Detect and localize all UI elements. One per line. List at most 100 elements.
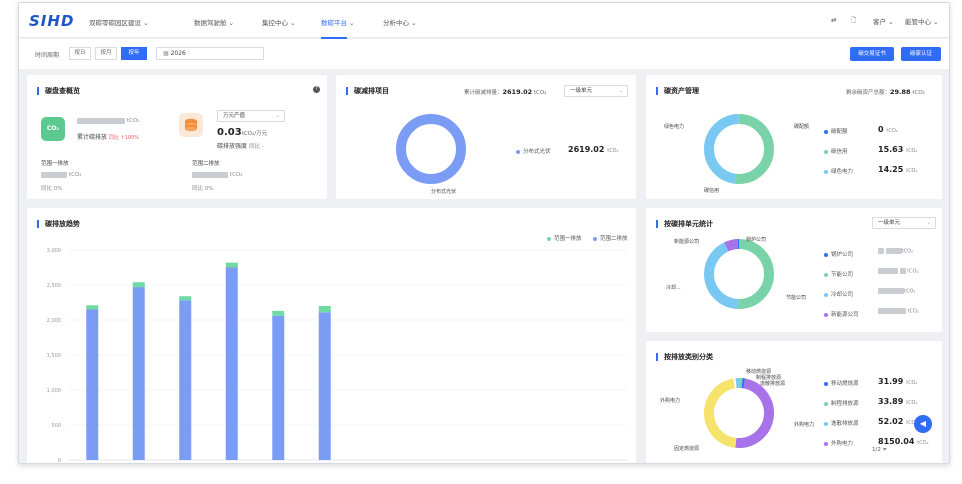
unit-donut [704,239,774,309]
reduction-unit-select[interactable]: 一级单元 ⌄ [564,85,628,97]
trend-chart: 3,0002,5002,0001,5001,00050002026-01 2026… [47,248,627,464]
asset-value-quota: 0 tCO₂ [878,125,898,134]
bar-scope2-2026-05 [272,315,285,460]
reduction-total-value: 2619.02 [502,88,533,96]
bar-scope1-2026-03 [179,296,192,301]
asset-label-green-power: 绿色电力 [664,124,685,130]
unit-label-boiler: 锅炉公司 [746,237,767,243]
nav-item-analysis[interactable]: 分析中心 ⌄ [383,17,417,27]
emission-trend-card: 碳排放趋势 范围一排放 范围二排放 3,000 2,500 2,000 1,500 1,… [27,208,636,464]
document-icon[interactable]: 🗋 [851,16,856,27]
asset-legend-credit: 碳信用 [824,147,848,155]
category-value-mobile: 31.99 tCO₂ [878,377,918,386]
scope2-value: tCO₂ [192,171,242,178]
overview-title: 碳盘查概览 [37,87,80,95]
nav-item-carbon-platform[interactable]: 数碳平台 ⌄ [321,17,355,39]
total-yoy: 同比 ↑100% [108,135,140,141]
reduction-legend-value: 2619.02 tCO₂ [568,145,619,154]
calendar-icon: ▦ [163,50,171,57]
scope2-yoy: 同比 0% [192,186,214,192]
reduction-legend-item: 分布式光伏 [516,147,551,155]
carbon-certification-button[interactable]: 碳家认证 [901,47,941,61]
unit-stat-card: 按碳排单元统计 一级单元 ⌄ 锅炉公司 新能源公司 冷却... 节能公司 锅炉公司… [646,208,942,332]
bar-scope1-2026-04 [225,262,238,268]
unit-value-boiler: tCO₂ [878,248,913,255]
legend-dot [516,149,520,154]
output-value-select-label: 万元产值 [223,113,246,119]
logo: SIHD [29,12,75,30]
y-tick-label: 1,000 [47,388,61,394]
unit-label-cooling: 冷却... [666,285,681,291]
category-label-purchased-power-left: 外购电力 [660,398,681,404]
energy-center-menu[interactable]: 能管中心 ⌄ [905,16,939,26]
bar-scope2-2026-06 [318,312,331,460]
asset-label-credit: 碳信用 [704,188,720,194]
unit-value-energy-saving: tCO₂ [878,268,919,275]
unit-label-new-energy: 新能源公司 [674,239,700,245]
intensity-unit: tCO₂/万元 [241,131,268,137]
y-tick-label: 2,500 [47,283,61,289]
unit-level-select-label: 一级单元 [878,220,901,226]
unit-legend-energy-saving: 节能公司 [824,270,853,278]
category-legend-purchased-power: 外购电力 [824,439,853,447]
asset-remain: 剩余碳资产总额：29.88 tCO₂ [846,88,925,96]
period-day-button[interactable]: 按日 [69,47,91,60]
asset-remain-value: 29.88 [890,88,911,96]
switch-icon[interactable]: ⇄ [831,16,836,24]
speaker-icon[interactable]: ◀ [914,415,932,433]
y-tick-label: 1,500 [47,353,61,359]
unit-title: 按碳排单元统计 [656,220,713,228]
scope2-label: 范围二排放 [192,161,220,167]
nav-item-cockpit[interactable]: 数据驾驶舱 ⌄ [194,17,234,27]
top-nav: SIHD 双碳零碳园区建设 ⌄ 数据驾驶舱 ⌄ 集控中心 ⌄ 数碳平台 ⌄ 分析… [19,3,949,39]
y-tick-label: 3,000 [47,248,61,254]
nav-item-park[interactable]: 双碳零碳园区建设 ⌄ [89,17,149,27]
asset-donut [704,114,774,184]
reduction-project-card: 碳减排项目 累计碳减排量：2619.02 tCO₂ 一级单元 ⌄ 分布式光伏 分布… [336,75,636,199]
app-window: SIHD 双碳零碳园区建设 ⌄ 数据驾驶舱 ⌄ 集控中心 ⌄ 数碳平台 ⌄ 分析… [18,2,950,464]
unit-label-energy-saving: 节能公司 [786,295,807,301]
category-label-fixed: 固定燃烧源 [674,446,700,452]
unit-level-select[interactable]: 一级单元 ⌄ [872,217,936,229]
output-value-select[interactable]: 万元产值 ⌄ [217,110,285,122]
total-emission-label: 累计碳排放 同比 ↑100% [77,134,140,141]
category-label-purchased-power-right: 外购电力 [794,422,815,428]
reduction-donut-slice [396,114,466,184]
customer-menu[interactable]: 客户 ⌄ [873,16,894,26]
emission-category-card: 按排放类别分类 移动燃烧源 制程排放源 逸散排放源 外购电力 外购电力 固定燃烧… [646,341,942,463]
year-picker[interactable]: ▦ 2026 [156,47,264,60]
co2-icon: CO₂ [41,117,65,141]
nav-item-control[interactable]: 集控中心 ⌄ [262,17,296,27]
bar-scope1-2026-06 [318,306,331,313]
reduction-donut [396,114,466,184]
asset-remain-unit: tCO₂ [912,90,925,96]
scope1-label: 范围一排放 [41,161,69,167]
unit-value-cooling: tCO₂ [878,288,915,295]
asset-value-credit: 15.63 tCO₂ [878,145,918,154]
category-pager[interactable]: 1/2 ⏷ [872,447,887,454]
intensity-value: 0.03tCO₂/万元 [217,127,268,138]
help-icon[interactable]: ? [313,86,320,93]
category-legend-fugitive: 逸散排放源 [824,419,859,427]
category-legend-process: 制程排放源 [824,399,859,407]
category-value-process: 33.89 tCO₂ [878,397,918,406]
year-value: 2026 [170,50,186,57]
reduction-unit-select-label: 一级单元 [570,88,593,94]
asset-legend-quota: 碳配额 [824,127,848,135]
period-month-button[interactable]: 按月 [95,47,117,60]
reduction-title: 碳减排项目 [346,87,389,95]
unit-legend-boiler: 锅炉公司 [824,250,853,258]
bar-scope2-2026-04 [225,267,238,460]
bar-scope2-2026-02 [132,287,145,460]
carbon-certificate-button[interactable]: 碳交易证书 [850,47,894,61]
y-tick-label: 0 [58,458,61,464]
category-label-fugitive: 逸散排放源 [760,381,786,387]
reduction-total: 累计碳减排量：2619.02 tCO₂ [464,88,547,96]
scope1-value: tCO₂ [41,171,81,178]
y-tick-label: 2,000 [47,318,61,324]
carbon-asset-card: 碳资产管理 剩余碳资产总额：29.88 tCO₂ 绿色电力 碳配额 碳信用 碳配… [646,75,942,199]
chevron-down-icon: ⌄ [926,220,931,226]
period-year-button[interactable]: 按年 [121,47,147,60]
chevron-down-icon: ⌄ [618,88,623,94]
period-label: 时间周期 [35,52,60,59]
